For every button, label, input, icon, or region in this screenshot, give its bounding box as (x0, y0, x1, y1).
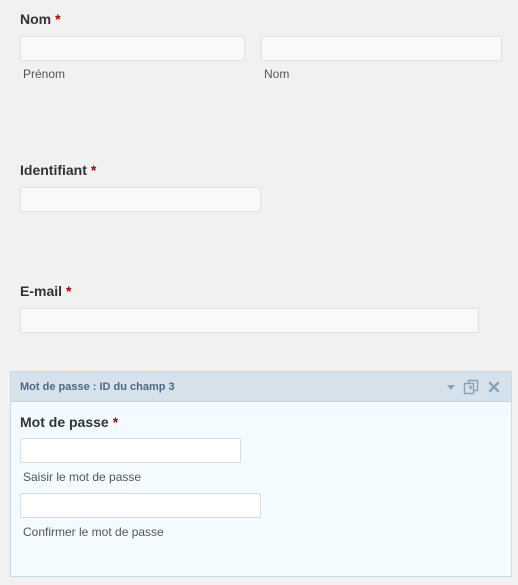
last-name-sublabel: Nom (264, 67, 290, 81)
required-mark: * (112, 414, 119, 430)
username-field-label: Identifiant * (20, 162, 96, 178)
password-label-text: Mot de passe (20, 414, 109, 430)
last-name-input[interactable] (261, 36, 502, 61)
required-mark: * (90, 162, 97, 178)
close-icon[interactable] (486, 379, 502, 395)
password-panel-header[interactable]: Mot de passe : ID du champ 3 (11, 372, 511, 402)
first-name-sublabel: Prénom (23, 67, 66, 81)
password-enter-sublabel: Saisir le mot de passe (23, 470, 142, 484)
password-field-panel: Mot de passe : ID du champ 3 Mot de pass… (10, 371, 512, 577)
password-input[interactable] (20, 438, 241, 463)
name-label-text: Nom (20, 11, 52, 27)
first-name-input[interactable] (20, 36, 245, 61)
email-field-label: E-mail * (20, 283, 71, 299)
email-label-text: E-mail (20, 283, 63, 299)
username-label-text: Identifiant (20, 162, 87, 178)
password-confirm-input[interactable] (20, 493, 261, 518)
duplicate-icon[interactable] (463, 379, 481, 395)
required-mark: * (55, 11, 61, 27)
username-input[interactable] (20, 187, 261, 212)
name-field-label: Nom * (20, 11, 61, 27)
password-field-label: Mot de passe * (20, 414, 118, 430)
required-mark: * (66, 283, 72, 299)
email-input[interactable] (20, 308, 479, 333)
password-panel-title: Mot de passe : ID du champ 3 (20, 381, 175, 393)
password-confirm-sublabel: Confirmer le mot de passe (23, 525, 164, 539)
chevron-down-icon[interactable] (443, 379, 459, 395)
